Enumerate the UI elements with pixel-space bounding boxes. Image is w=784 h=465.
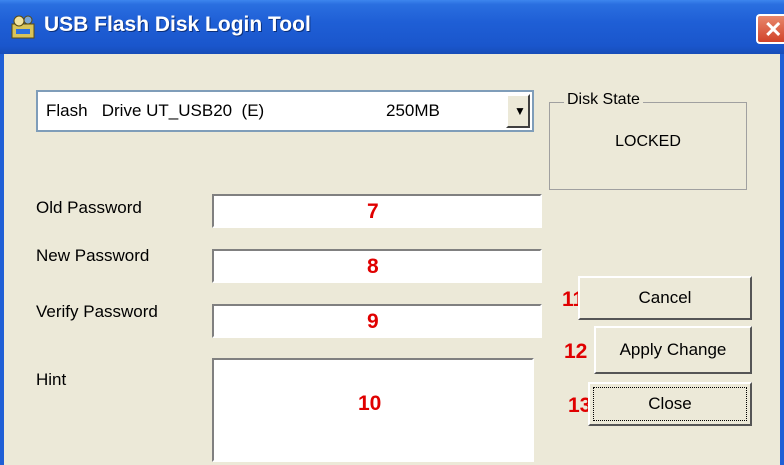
chevron-down-icon: ▼ bbox=[514, 104, 526, 118]
disk-state-legend: Disk State bbox=[564, 91, 643, 109]
old-password-marker: 7 bbox=[367, 200, 379, 223]
usb-drive-icon bbox=[11, 15, 35, 39]
apply-change-button-label: Apply Change bbox=[619, 340, 727, 359]
apply-change-button[interactable]: Apply Change bbox=[594, 326, 752, 374]
dialog-body: Flash Drive UT_USB20 (E) 250MB ▼ Disk St… bbox=[0, 54, 784, 465]
close-icon: ✕ bbox=[764, 17, 783, 42]
new-password-label: New Password bbox=[36, 246, 150, 265]
verify-password-label: Verify Password bbox=[36, 302, 158, 321]
hint-marker: 10 bbox=[358, 392, 382, 415]
dropdown-button[interactable]: ▼ bbox=[506, 94, 530, 128]
cancel-button[interactable]: Cancel bbox=[578, 276, 752, 320]
apply-marker: 12 bbox=[564, 340, 588, 363]
new-password-input[interactable]: 8 bbox=[212, 249, 542, 283]
close-button[interactable]: Close bbox=[588, 382, 752, 426]
drive-select-name: Flash Drive UT_USB20 (E) bbox=[46, 101, 265, 120]
verify-password-input[interactable]: 9 bbox=[212, 304, 542, 338]
drive-select[interactable]: Flash Drive UT_USB20 (E) 250MB ▼ bbox=[36, 90, 534, 132]
disk-state-group: Disk State LOCKED bbox=[549, 91, 747, 190]
new-password-marker: 8 bbox=[367, 255, 379, 278]
window-title: USB Flash Disk Login Tool bbox=[44, 13, 311, 36]
cancel-button-label: Cancel bbox=[638, 288, 692, 307]
disk-state-value: LOCKED bbox=[615, 133, 681, 150]
hint-textarea[interactable]: 10 bbox=[212, 358, 534, 462]
verify-password-marker: 9 bbox=[367, 310, 379, 333]
close-window-button[interactable]: ✕ bbox=[756, 14, 784, 44]
old-password-label: Old Password bbox=[36, 198, 142, 217]
title-bar: USB Flash Disk Login Tool ✕ bbox=[0, 0, 784, 54]
drive-select-size: 250MB bbox=[386, 101, 440, 120]
close-button-label: Close bbox=[648, 394, 692, 413]
hint-label: Hint bbox=[36, 370, 67, 389]
old-password-input[interactable]: 7 bbox=[212, 194, 542, 228]
